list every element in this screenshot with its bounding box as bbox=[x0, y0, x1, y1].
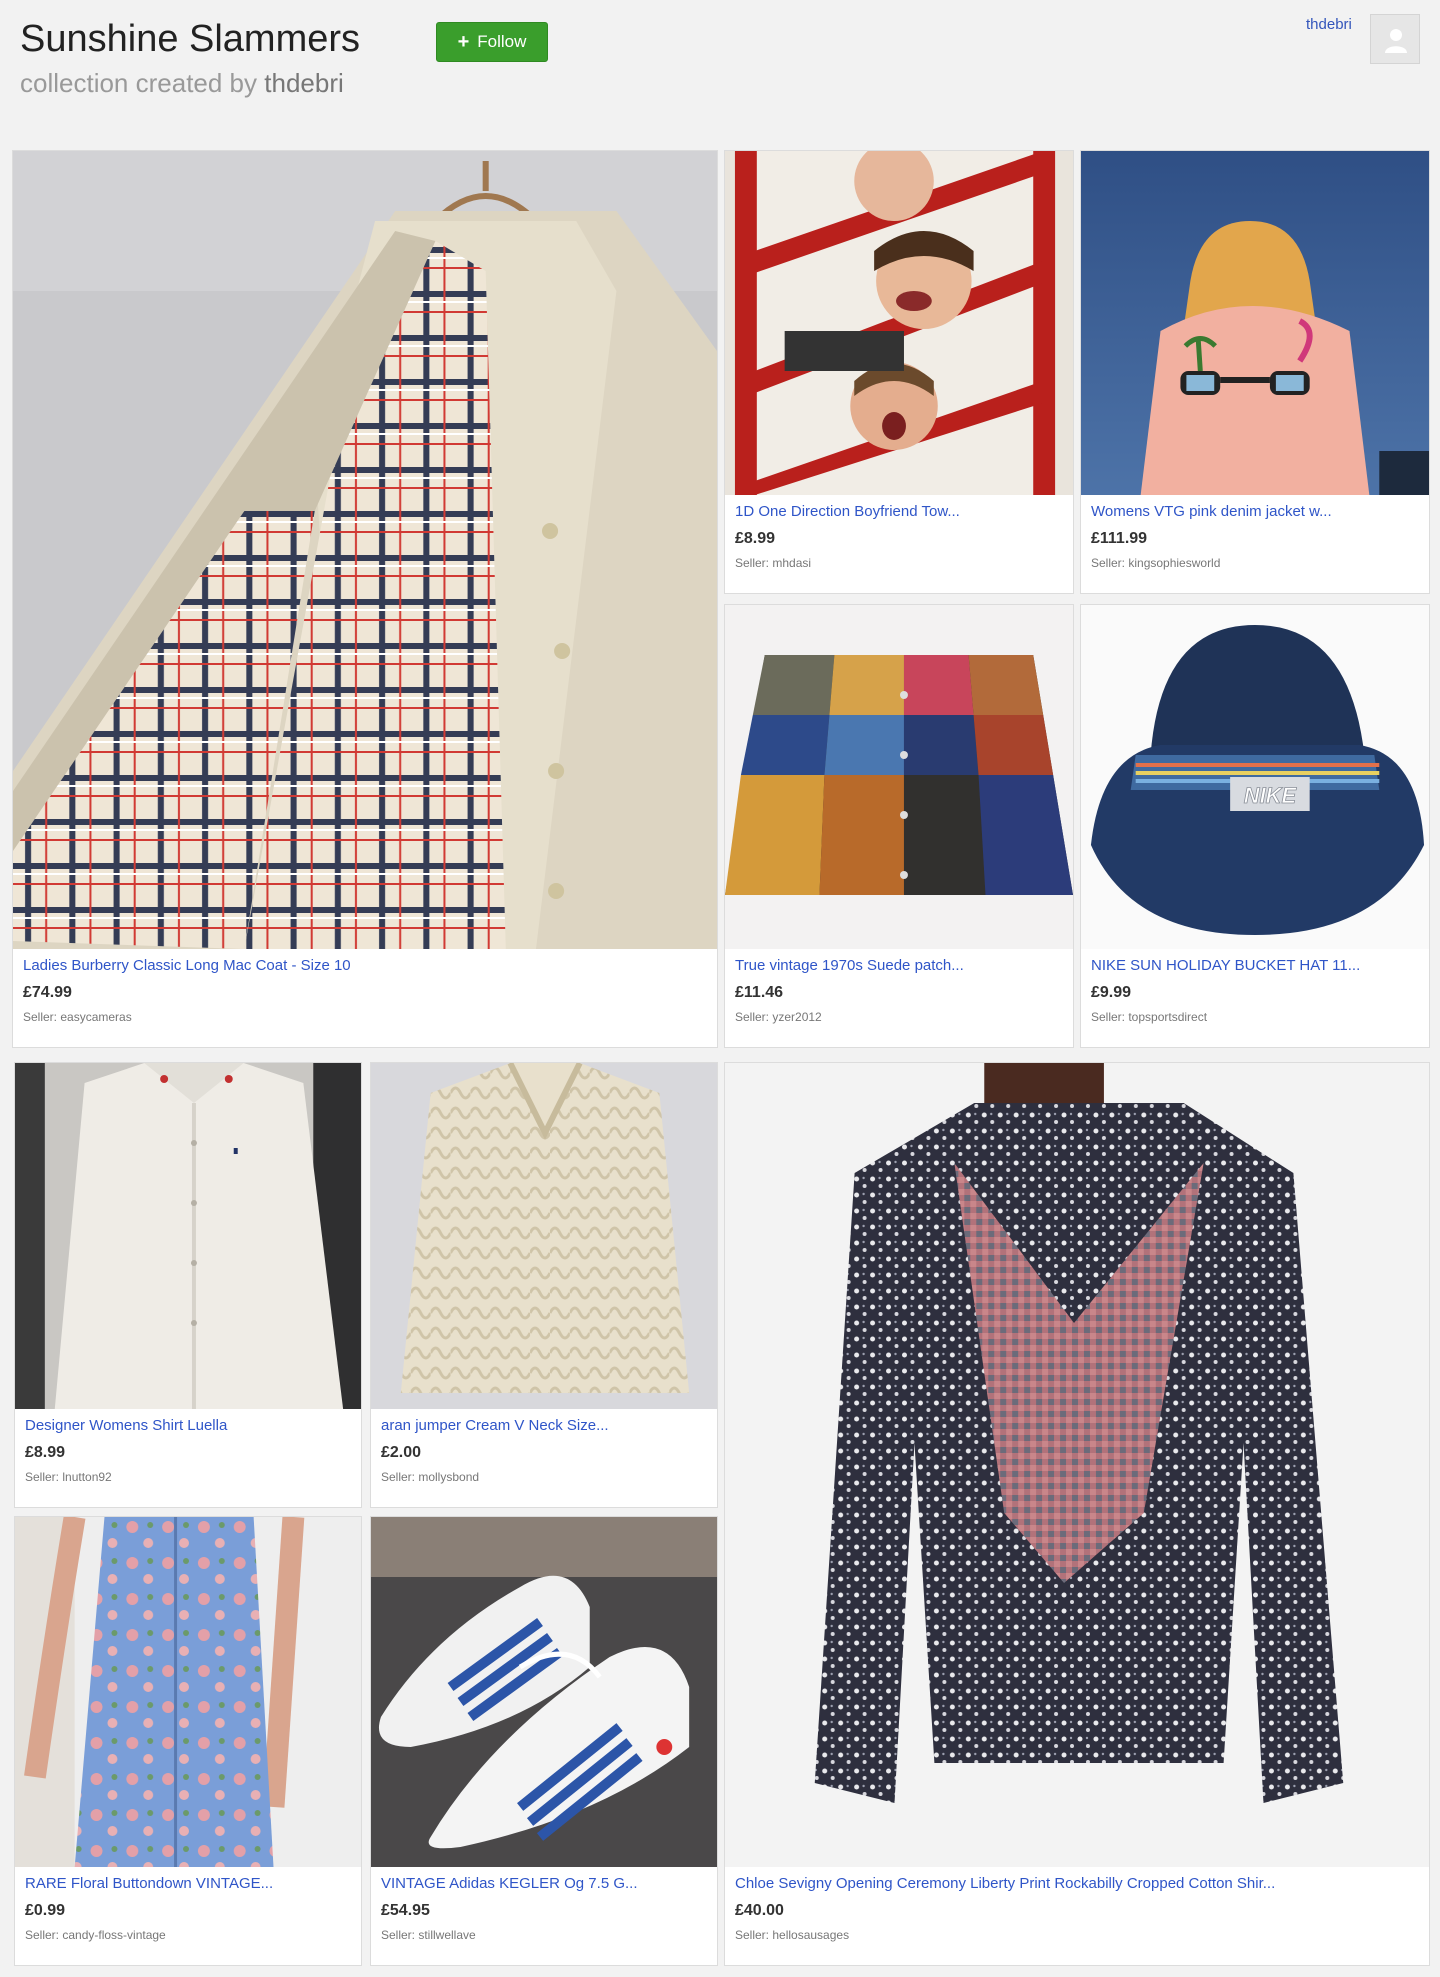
item-title[interactable]: NIKE SUN HOLIDAY BUCKET HAT 11... bbox=[1091, 957, 1419, 974]
item-card[interactable]: Designer Womens Shirt Luella £8.99 Selle… bbox=[14, 1062, 362, 1508]
item-image[interactable]: NIKE bbox=[1081, 605, 1429, 949]
item-seller: Seller: topsportsdirect bbox=[1091, 1010, 1208, 1024]
item-seller: Seller: mollysbond bbox=[381, 1470, 480, 1484]
item-title[interactable]: aran jumper Cream V Neck Size... bbox=[381, 1417, 707, 1434]
user-icon bbox=[1385, 29, 1407, 53]
item-image[interactable] bbox=[725, 605, 1073, 949]
item-title[interactable]: VINTAGE Adidas KEGLER Og 7.5 G... bbox=[381, 1875, 707, 1892]
item-price: £111.99 bbox=[1091, 530, 1148, 547]
subtitle-prefix: collection created by bbox=[20, 68, 258, 98]
item-title[interactable]: Chloe Sevigny Opening Ceremony Liberty P… bbox=[735, 1875, 1419, 1892]
item-info: aran jumper Cream V Neck Size... £2.00 S… bbox=[371, 1407, 717, 1507]
item-info: Ladies Burberry Classic Long Mac Coat - … bbox=[13, 947, 717, 1047]
item-info: 1D One Direction Boyfriend Tow... £8.99 … bbox=[725, 493, 1073, 593]
item-image[interactable] bbox=[725, 1063, 1429, 1867]
item-card[interactable]: Ladies Burberry Classic Long Mac Coat - … bbox=[12, 150, 718, 1048]
item-card[interactable]: Chloe Sevigny Opening Ceremony Liberty P… bbox=[724, 1062, 1430, 1966]
item-image[interactable] bbox=[371, 1063, 717, 1409]
item-info: True vintage 1970s Suede patch... £11.46… bbox=[725, 947, 1073, 1047]
item-title[interactable]: Ladies Burberry Classic Long Mac Coat - … bbox=[23, 957, 707, 974]
item-title[interactable]: Designer Womens Shirt Luella bbox=[25, 1417, 351, 1434]
collection-header: Sunshine Slammers collection created by … bbox=[0, 0, 1440, 140]
item-price: £0.99 bbox=[25, 1902, 66, 1919]
item-seller: Seller: hellosausages bbox=[735, 1928, 850, 1942]
item-info: Chloe Sevigny Opening Ceremony Liberty P… bbox=[725, 1865, 1429, 1965]
item-price: £8.99 bbox=[735, 530, 776, 547]
item-card[interactable]: RARE Floral Buttondown VINTAGE... £0.99 … bbox=[14, 1516, 362, 1966]
item-title[interactable]: Womens VTG pink denim jacket w... bbox=[1091, 503, 1419, 520]
item-card[interactable]: 1D One Direction Boyfriend Tow... £8.99 … bbox=[724, 150, 1074, 594]
item-price: £2.00 bbox=[381, 1444, 422, 1461]
item-info: NIKE SUN HOLIDAY BUCKET HAT 11... £9.99 … bbox=[1081, 947, 1429, 1047]
item-seller: Seller: candy-floss-vintage bbox=[25, 1928, 166, 1942]
avatar[interactable] bbox=[1370, 14, 1420, 64]
item-info: Designer Womens Shirt Luella £8.99 Selle… bbox=[15, 1407, 361, 1507]
item-price: £40.00 bbox=[735, 1902, 784, 1919]
item-image[interactable] bbox=[371, 1517, 717, 1867]
item-image[interactable] bbox=[13, 151, 717, 949]
item-image[interactable] bbox=[725, 151, 1073, 495]
item-card[interactable]: VINTAGE Adidas KEGLER Og 7.5 G... £54.95… bbox=[370, 1516, 718, 1966]
item-card[interactable]: NIKE NIKE SUN HOLIDAY BUCKET HAT 11... £… bbox=[1080, 604, 1430, 1048]
follow-label: Follow bbox=[477, 32, 527, 51]
item-price: £9.99 bbox=[1091, 984, 1132, 1001]
item-title[interactable]: RARE Floral Buttondown VINTAGE... bbox=[25, 1875, 351, 1892]
collection-title: Sunshine Slammers bbox=[20, 18, 361, 60]
item-info: RARE Floral Buttondown VINTAGE... £0.99 … bbox=[15, 1865, 361, 1965]
plus-icon: + bbox=[457, 30, 470, 53]
hat-brand-text: NIKE bbox=[1244, 783, 1298, 808]
item-title[interactable]: True vintage 1970s Suede patch... bbox=[735, 957, 1063, 974]
item-price: £8.99 bbox=[25, 1444, 66, 1461]
item-price: £54.95 bbox=[381, 1902, 430, 1919]
item-seller: Seller: lnutton92 bbox=[25, 1470, 112, 1484]
item-price: £74.99 bbox=[23, 984, 72, 1001]
item-card[interactable]: aran jumper Cream V Neck Size... £2.00 S… bbox=[370, 1062, 718, 1508]
subtitle-user[interactable]: thdebri bbox=[264, 68, 344, 98]
user-link[interactable]: thdebri bbox=[1306, 16, 1352, 33]
item-card[interactable]: Womens VTG pink denim jacket w... £111.9… bbox=[1080, 150, 1430, 594]
item-seller: Seller: mhdasi bbox=[735, 556, 812, 570]
item-seller: Seller: yzer2012 bbox=[735, 1010, 822, 1024]
item-title[interactable]: 1D One Direction Boyfriend Tow... bbox=[735, 503, 1063, 520]
item-info: Womens VTG pink denim jacket w... £111.9… bbox=[1081, 493, 1429, 593]
item-image[interactable] bbox=[1081, 151, 1429, 495]
item-image[interactable] bbox=[15, 1063, 361, 1409]
item-info: VINTAGE Adidas KEGLER Og 7.5 G... £54.95… bbox=[371, 1865, 717, 1965]
item-seller: Seller: kingsophiesworld bbox=[1091, 556, 1221, 570]
item-seller: Seller: stillwellave bbox=[381, 1928, 476, 1942]
item-seller: Seller: easycameras bbox=[23, 1010, 132, 1024]
item-card[interactable]: True vintage 1970s Suede patch... £11.46… bbox=[724, 604, 1074, 1048]
item-image[interactable] bbox=[15, 1517, 361, 1867]
collection-subtitle: collection created by thdebri bbox=[20, 68, 344, 99]
follow-button[interactable]: + Follow bbox=[436, 22, 548, 62]
item-price: £11.46 bbox=[735, 984, 784, 1001]
